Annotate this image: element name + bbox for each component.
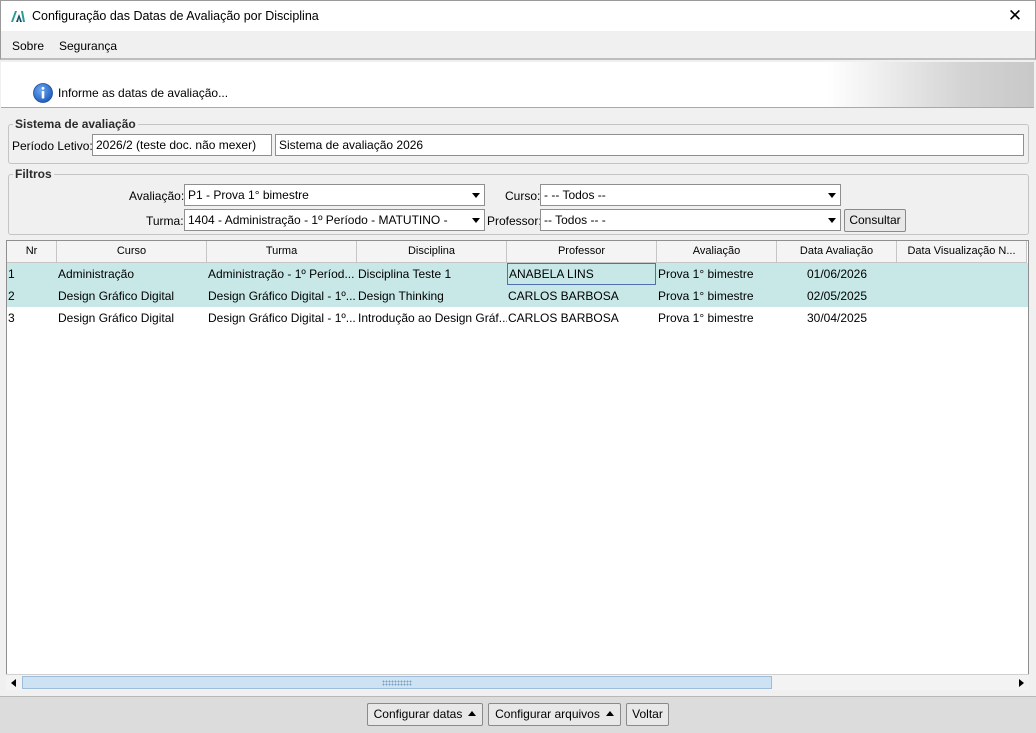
- sistema-avaliacao-field[interactable]: Sistema de avaliação 2026: [275, 134, 1024, 156]
- turma-label: Turma:: [146, 214, 184, 228]
- bottom-toolbar: Configurar datas Configurar arquivos Vol…: [0, 696, 1036, 733]
- avaliacao-select-value: P1 - Prova 1° bimestre: [188, 188, 309, 202]
- cell-turma: Design Gráfico Digital - 1º...: [208, 311, 356, 325]
- chevron-up-icon: [468, 711, 477, 716]
- horizontal-scrollbar[interactable]: [6, 674, 1029, 690]
- cell-data-avaliacao: 01/06/2026: [806, 267, 868, 281]
- cell-data-avaliacao: 02/05/2025: [806, 289, 868, 303]
- cell-avaliacao: Prova 1° bimestre: [658, 311, 754, 325]
- column-header-turma[interactable]: Turma: [207, 241, 357, 263]
- column-header-professor[interactable]: Professor: [507, 241, 657, 263]
- avaliacao-label: Avaliação:: [129, 189, 185, 203]
- cell-turma: Design Gráfico Digital - 1º...: [208, 289, 356, 303]
- table-row[interactable]: 1 Administração Administração - 1º Perío…: [7, 263, 1028, 285]
- table-row[interactable]: 2 Design Gráfico Digital Design Gráfico …: [7, 285, 1028, 307]
- scrollbar-thumb[interactable]: [22, 676, 772, 689]
- chevron-up-icon: [605, 711, 614, 716]
- professor-select[interactable]: -- Todos -- -: [540, 209, 841, 231]
- professor-select-value: -- Todos -- -: [544, 213, 606, 227]
- column-header-data-avaliacao[interactable]: Data Avaliação: [777, 241, 897, 263]
- arrow-right-icon: [1019, 679, 1024, 687]
- turma-select[interactable]: 1404 - Administração - 1º Período - MATU…: [184, 209, 485, 231]
- column-header-nr[interactable]: Nr: [7, 241, 57, 263]
- cell-curso: Design Gráfico Digital: [58, 311, 175, 325]
- chevron-down-icon: [828, 193, 836, 198]
- info-icon: [33, 83, 53, 103]
- scroll-left-button[interactable]: [6, 675, 22, 690]
- turma-select-value: 1404 - Administração - 1º Período - MATU…: [188, 213, 448, 227]
- chevron-down-icon: [472, 193, 480, 198]
- menu-sobre[interactable]: Sobre: [12, 39, 44, 53]
- column-header-data-visualizacao[interactable]: Data Visualização N...: [897, 241, 1027, 263]
- cell-professor[interactable]: ANABELA LINS: [507, 263, 656, 285]
- cell-professor: CARLOS BARBOSA: [508, 311, 619, 325]
- scroll-right-button[interactable]: [1013, 675, 1029, 690]
- info-banner: Informe as datas de avaliação...: [1, 62, 1034, 108]
- cell-curso: Design Gráfico Digital: [58, 289, 175, 303]
- column-header-disciplina[interactable]: Disciplina: [357, 241, 507, 263]
- arrow-left-icon: [11, 679, 16, 687]
- curso-label: Curso:: [505, 189, 541, 203]
- data-grid[interactable]: Nr Curso Turma Disciplina Professor Aval…: [6, 240, 1029, 690]
- cell-avaliacao: Prova 1° bimestre: [658, 267, 754, 281]
- sistema-avaliacao-legend: Sistema de avaliação: [13, 117, 138, 131]
- configurar-arquivos-button[interactable]: Configurar arquivos: [488, 703, 621, 726]
- info-message: Informe as datas de avaliação...: [58, 86, 229, 100]
- cell-nr: 2: [8, 289, 15, 303]
- cell-turma: Administração - 1º Períod...: [208, 267, 355, 281]
- cell-data-visualizacao: [897, 263, 1027, 285]
- cell-data-visualizacao: [897, 285, 1027, 307]
- periodo-letivo-field[interactable]: 2026/2 (teste doc. não mexer): [92, 134, 272, 156]
- column-header-curso[interactable]: Curso: [57, 241, 207, 263]
- curso-select[interactable]: - -- Todos --: [540, 184, 841, 206]
- configurar-datas-button[interactable]: Configurar datas: [367, 703, 483, 726]
- configurar-datas-label: Configurar datas: [373, 707, 463, 721]
- table-row[interactable]: 3 Design Gráfico Digital Design Gráfico …: [7, 307, 1028, 329]
- filtros-legend: Filtros: [13, 167, 54, 181]
- cell-data-visualizacao: [897, 307, 1027, 329]
- title-bar: Configuração das Datas de Avaliação por …: [0, 0, 1036, 31]
- column-header-avaliacao[interactable]: Avaliação: [657, 241, 777, 263]
- cell-disciplina: Introdução ao Design Gráf...: [358, 311, 507, 325]
- cell-data-avaliacao: 30/04/2025: [806, 311, 868, 325]
- window-title: Configuração das Datas de Avaliação por …: [32, 9, 319, 23]
- cell-disciplina: Design Thinking: [358, 289, 444, 303]
- cell-avaliacao: Prova 1° bimestre: [658, 289, 754, 303]
- configurar-arquivos-label: Configurar arquivos: [495, 707, 600, 721]
- cell-professor: CARLOS BARBOSA: [508, 289, 619, 303]
- consultar-button[interactable]: Consultar: [844, 209, 906, 232]
- cell-curso: Administração: [58, 267, 135, 281]
- cell-disciplina: Disciplina Teste 1: [358, 267, 452, 281]
- chevron-down-icon: [828, 218, 836, 223]
- professor-label: Professor:: [487, 214, 542, 228]
- periodo-letivo-label: Período Letivo:: [12, 139, 93, 153]
- chevron-down-icon: [472, 218, 480, 223]
- cell-nr: 1: [8, 267, 15, 281]
- cell-nr: 3: [8, 311, 15, 325]
- close-icon[interactable]: ✕: [1003, 5, 1027, 27]
- menu-bar: Sobre Segurança: [0, 31, 1036, 60]
- voltar-button[interactable]: Voltar: [626, 703, 669, 726]
- avaliacao-select[interactable]: P1 - Prova 1° bimestre: [184, 184, 485, 206]
- grip-icon: [382, 680, 412, 686]
- grid-header: Nr Curso Turma Disciplina Professor Aval…: [7, 241, 1028, 263]
- curso-select-value: - -- Todos --: [544, 188, 606, 202]
- app-logo-icon: [11, 11, 25, 22]
- menu-seguranca[interactable]: Segurança: [59, 39, 117, 53]
